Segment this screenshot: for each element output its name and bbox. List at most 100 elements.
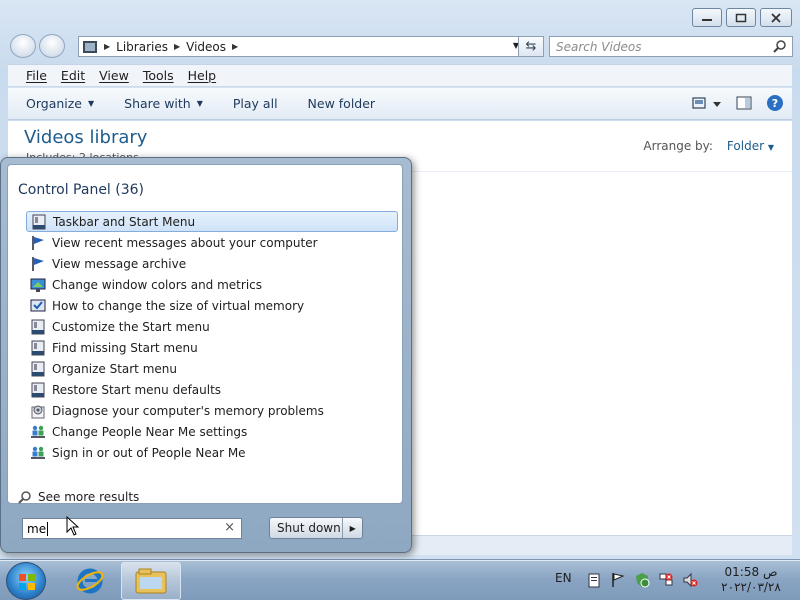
result-item[interactable]: Restore Start menu defaults <box>26 379 398 400</box>
address-bar[interactable]: ▶ Libraries ▶ Videos ▶ ▼ <box>78 36 524 57</box>
menu-help[interactable]: Help <box>188 68 217 83</box>
chevron-down-icon: ▼ <box>767 143 774 152</box>
result-item[interactable]: Change window colors and metrics <box>26 274 398 295</box>
caption-buttons <box>692 8 792 27</box>
volume-muted-icon[interactable] <box>682 572 698 588</box>
result-item[interactable]: Taskbar and Start Menu <box>26 211 398 232</box>
chevron-down-icon: ▼ <box>196 99 203 108</box>
breadcrumb-separator-icon: ▶ <box>173 42 181 51</box>
new-folder-button[interactable]: New folder <box>308 96 376 111</box>
start-search-input[interactable]: me × <box>22 518 242 539</box>
start-button[interactable] <box>6 562 46 600</box>
menu-bar: File Edit View Tools Help <box>8 64 792 86</box>
search-icon <box>18 491 31 504</box>
people-near-me-icon <box>30 445 46 461</box>
action-center-flag-icon <box>30 256 46 272</box>
search-input[interactable]: Search Videos <box>549 36 793 57</box>
see-more-results-link[interactable]: See more results <box>18 490 139 504</box>
menu-tools[interactable]: Tools <box>143 68 174 83</box>
address-row: ▶ Libraries ▶ Videos ▶ ▼ ⇆ Search Videos <box>8 33 793 59</box>
arrange-by-value: Folder <box>726 139 765 153</box>
preview-pane-icon[interactable] <box>736 95 752 111</box>
close-button[interactable] <box>760 8 792 27</box>
result-item-label: View recent messages about your computer <box>52 235 318 250</box>
taskbar: EN 01:58 ص ٢٠٢٢/٠٣/٢٨ <box>0 560 800 600</box>
clock-date: ٢٠٢٢/٠٣/٢٨ <box>721 580 781 594</box>
clipboard-icon[interactable] <box>586 572 602 588</box>
mouse-cursor-icon <box>66 516 80 536</box>
forward-button[interactable] <box>39 34 65 58</box>
help-icon[interactable]: ? <box>766 94 784 112</box>
result-item[interactable]: How to change the size of virtual memory <box>26 295 398 316</box>
breadcrumb-libraries[interactable]: Libraries <box>116 40 168 54</box>
result-item-label: Customize the Start menu <box>52 319 210 334</box>
action-center-flag-icon[interactable] <box>610 572 626 588</box>
result-item[interactable]: Organize Start menu <box>26 358 398 379</box>
breadcrumb-separator-icon: ▶ <box>232 42 239 51</box>
refresh-button[interactable]: ⇆ <box>518 36 544 57</box>
breadcrumb-videos[interactable]: Videos <box>186 40 226 54</box>
result-item-label: View message archive <box>52 256 187 271</box>
library-title: Videos library <box>24 127 148 148</box>
share-with-label: Share with <box>124 96 191 111</box>
language-indicator[interactable]: EN <box>555 571 572 585</box>
play-all-button[interactable]: Play all <box>233 96 278 111</box>
share-with-button[interactable]: Share with ▼ <box>124 96 203 111</box>
network-error-icon[interactable] <box>658 572 674 588</box>
result-item[interactable]: Change People Near Me settings <box>26 421 398 442</box>
security-shield-icon[interactable] <box>634 572 650 588</box>
taskbar-internet-explorer[interactable] <box>68 562 112 600</box>
start-menu: Control Panel (36) Taskbar and Start Men… <box>0 157 412 553</box>
admin-tools-icon <box>30 403 46 419</box>
result-item[interactable]: Sign in or out of People Near Me <box>26 442 398 463</box>
result-item-label: Diagnose your computer's memory problems <box>52 403 324 418</box>
minimize-button[interactable] <box>692 8 722 27</box>
change-view-icon[interactable] <box>692 95 722 111</box>
shutdown-button[interactable]: Shut down <box>270 521 342 535</box>
shutdown-options-button[interactable]: ▶ <box>342 518 362 538</box>
clock-time: 01:58 ص <box>724 565 778 579</box>
taskbar-icon <box>30 361 46 377</box>
back-button[interactable] <box>10 34 36 58</box>
result-item[interactable]: Diagnose your computer's memory problems <box>26 400 398 421</box>
result-item[interactable]: Customize the Start menu <box>26 316 398 337</box>
results-group-title[interactable]: Control Panel (36) <box>18 182 144 198</box>
people-near-me-icon <box>30 424 46 440</box>
organize-button[interactable]: Organize ▼ <box>26 96 94 111</box>
svg-text:?: ? <box>772 97 778 110</box>
refresh-icon: ⇆ <box>525 39 537 54</box>
clear-search-icon[interactable]: × <box>224 520 235 535</box>
result-item[interactable]: Find missing Start menu <box>26 337 398 358</box>
internet-explorer-icon <box>76 568 104 594</box>
menu-view[interactable]: View <box>99 68 129 83</box>
menu-edit[interactable]: Edit <box>61 68 85 83</box>
maximize-button[interactable] <box>726 8 756 27</box>
result-item-label: Change People Near Me settings <box>52 424 248 439</box>
result-item-label: Restore Start menu defaults <box>52 382 222 397</box>
result-item-label: Taskbar and Start Menu <box>53 214 196 229</box>
taskbar-clock[interactable]: 01:58 ص ٢٠٢٢/٠٣/٢٨ <box>710 565 792 595</box>
result-item-label: Organize Start menu <box>52 361 177 376</box>
system-icon <box>30 298 46 314</box>
result-item-label: Change window colors and metrics <box>52 277 262 292</box>
chevron-right-icon: ▶ <box>349 523 356 533</box>
arrange-by: Arrange by: Folder ▼ <box>643 139 774 153</box>
action-center-flag-icon <box>30 235 46 251</box>
result-item[interactable]: View recent messages about your computer <box>26 232 398 253</box>
organize-label: Organize <box>26 96 82 111</box>
result-item[interactable]: View message archive <box>26 253 398 274</box>
taskbar-icon <box>30 382 46 398</box>
result-item-label: Sign in or out of People Near Me <box>52 445 246 460</box>
chevron-down-icon: ▼ <box>88 99 95 108</box>
taskbar-icon <box>30 319 46 335</box>
minimize-icon <box>702 18 712 21</box>
taskbar-windows-explorer[interactable] <box>121 562 181 600</box>
play-all-label: Play all <box>232 96 278 111</box>
system-tray <box>586 572 698 588</box>
folder-icon <box>135 568 167 594</box>
search-icon[interactable] <box>773 39 787 53</box>
menu-file[interactable]: File <box>26 68 47 83</box>
arrange-by-dropdown[interactable]: Folder ▼ <box>727 139 774 153</box>
taskbar-icon <box>31 214 47 230</box>
shutdown-button-group: Shut down ▶ <box>269 517 363 539</box>
